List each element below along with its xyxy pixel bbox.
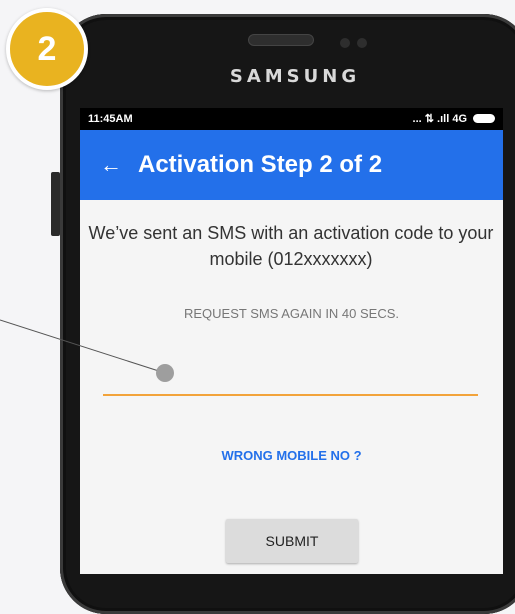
sensor-dot <box>340 38 350 48</box>
status-time: 11:45AM <box>88 113 133 125</box>
resend-sms-timer: REQUEST SMS AGAIN IN 40 SECS. <box>183 306 400 321</box>
app-bar: ← Activation Step 2 of 2 <box>80 130 503 200</box>
activation-form: We’ve sent an SMS with an activation cod… <box>80 200 503 574</box>
camera-dot <box>357 38 367 48</box>
phone-side-button <box>51 172 60 236</box>
submit-button[interactable]: SUBMIT <box>226 519 358 563</box>
page-title: Activation Step 2 of 2 <box>138 151 383 178</box>
step-badge: 2 <box>6 8 88 90</box>
signal-text: ... ⇅ .ıll 4G <box>412 113 467 125</box>
status-icons: ... ⇅ .ıll 4G <box>413 112 495 125</box>
sms-sent-message: We’ve sent an SMS with an activation cod… <box>88 223 494 269</box>
wrong-mobile-link[interactable]: WRONG MOBILE NO ? <box>80 448 503 463</box>
device-brand: SAMSUNG <box>229 66 361 87</box>
battery-icon <box>473 114 495 123</box>
speaker-grille <box>248 34 314 46</box>
activation-code-input[interactable] <box>103 350 478 396</box>
status-bar: 11:45AM ... ⇅ .ıll 4G <box>80 108 503 130</box>
step-number: 2 <box>37 29 57 68</box>
arrow-left-icon[interactable]: ← <box>100 154 122 176</box>
